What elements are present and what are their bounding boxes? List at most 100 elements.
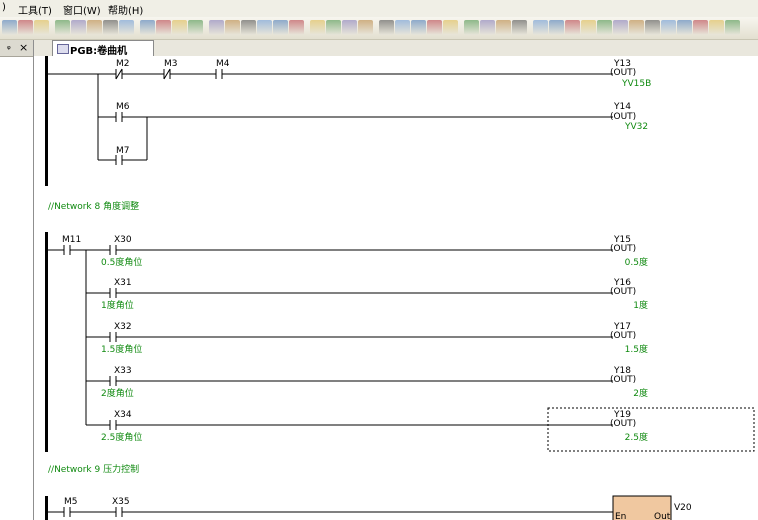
contact-comment: 0.5度角位 bbox=[101, 258, 143, 268]
toolbar-button-icon[interactable] bbox=[565, 20, 580, 35]
toolbar-button-icon[interactable] bbox=[188, 20, 203, 35]
ladder-drawing bbox=[45, 56, 755, 520]
coil-symbol: (OUT) bbox=[610, 331, 637, 341]
contact-comment: 2.5度角位 bbox=[101, 433, 143, 443]
selection-box bbox=[547, 407, 755, 452]
tab-ladder-program[interactable]: PGB:卷曲机 bbox=[52, 40, 154, 57]
contact-label: M5 bbox=[64, 497, 78, 507]
coil-symbol: (OUT) bbox=[610, 375, 637, 385]
toolbar-button-icon[interactable] bbox=[55, 20, 70, 35]
toolbar-button-icon[interactable] bbox=[289, 20, 304, 35]
power-rail bbox=[45, 232, 48, 452]
contact-comment: 2度角位 bbox=[101, 389, 134, 399]
toolbar-button-icon[interactable] bbox=[172, 20, 187, 35]
close-icon[interactable]: × bbox=[19, 41, 28, 54]
toolbar-button-icon[interactable] bbox=[480, 20, 495, 35]
toolbar-button-icon[interactable] bbox=[225, 20, 240, 35]
coil-comment: 1.5度 bbox=[624, 345, 648, 355]
coil-symbol: (OUT) bbox=[610, 68, 637, 78]
toolbar-button-icon[interactable] bbox=[103, 20, 118, 35]
contact-label: M6 bbox=[116, 102, 130, 112]
toolbar-button-icon[interactable] bbox=[119, 20, 134, 35]
block-output-label: Out bbox=[654, 512, 671, 520]
toolbar-button-icon[interactable] bbox=[342, 20, 357, 35]
power-rail bbox=[45, 496, 48, 520]
contact-label: X35 bbox=[112, 497, 130, 507]
toolbar-button-icon[interactable] bbox=[411, 20, 426, 35]
menu-window[interactable]: 窗口(W) bbox=[63, 2, 101, 17]
toolbar-button-icon[interactable] bbox=[257, 20, 272, 35]
toolbar-button-icon[interactable] bbox=[677, 20, 692, 35]
toolbar-button-icon[interactable] bbox=[209, 20, 224, 35]
menu-fragment: ) bbox=[2, 2, 6, 13]
ladder-editor[interactable]: M2 M3 M4 Y13 (OUT) YV15B M6 Y14 (OUT) YV… bbox=[34, 56, 758, 520]
tab-label: PGB:卷曲机 bbox=[70, 46, 128, 57]
coil-comment: 2.5度 bbox=[624, 433, 648, 443]
block-output-address: V20 bbox=[674, 503, 692, 513]
coil-symbol: (OUT) bbox=[610, 244, 637, 254]
toolbar-button-icon[interactable] bbox=[358, 20, 373, 35]
toolbar-button-icon[interactable] bbox=[709, 20, 724, 35]
pin-icon[interactable]: ᵩ bbox=[7, 42, 11, 52]
toolbar-button-icon[interactable] bbox=[140, 20, 155, 35]
toolbar-button-icon[interactable] bbox=[512, 20, 527, 35]
toolbar-button-icon[interactable] bbox=[693, 20, 708, 35]
coil-comment: 1度 bbox=[633, 301, 648, 311]
toolbar-button-icon[interactable] bbox=[533, 20, 548, 35]
toolbar-button-icon[interactable] bbox=[273, 20, 288, 35]
toolbar-button-icon[interactable] bbox=[379, 20, 394, 35]
panel-header: ᵩ × bbox=[0, 40, 33, 57]
toolbar-button-icon[interactable] bbox=[725, 20, 740, 35]
toolbar-button-icon[interactable] bbox=[613, 20, 628, 35]
toolbar-button-icon[interactable] bbox=[71, 20, 86, 35]
contact-label: M3 bbox=[164, 59, 178, 69]
toolbar-button-icon[interactable] bbox=[645, 20, 660, 35]
toolbar bbox=[0, 17, 758, 40]
menu-help[interactable]: 帮助(H) bbox=[108, 2, 143, 17]
contact-label: M2 bbox=[116, 59, 130, 69]
toolbar-button-icon[interactable] bbox=[34, 20, 49, 35]
toolbar-button-icon[interactable] bbox=[310, 20, 325, 35]
contact-comment: 1度角位 bbox=[101, 301, 134, 311]
contact-label: X31 bbox=[114, 278, 132, 288]
contact-label: X34 bbox=[114, 410, 132, 420]
coil-comment: 2度 bbox=[633, 389, 648, 399]
contact-label: M7 bbox=[116, 146, 130, 156]
toolbar-button-icon[interactable] bbox=[2, 20, 17, 35]
coil-comment: YV15B bbox=[622, 79, 652, 89]
document-tab-bar: PGB:卷曲机 bbox=[34, 40, 758, 57]
contact-label: M11 bbox=[62, 235, 82, 245]
network-title: //Network 8 角度调整 bbox=[48, 202, 140, 212]
coil-symbol: (OUT) bbox=[610, 419, 637, 429]
toolbar-button-icon[interactable] bbox=[427, 20, 442, 35]
toolbar-button-icon[interactable] bbox=[326, 20, 341, 35]
toolbar-button-icon[interactable] bbox=[443, 20, 458, 35]
toolbar-button-icon[interactable] bbox=[156, 20, 171, 35]
toolbar-button-icon[interactable] bbox=[464, 20, 479, 35]
coil-comment: YV32 bbox=[625, 122, 649, 132]
network-title: //Network 9 压力控制 bbox=[48, 465, 140, 475]
toolbar-button-icon[interactable] bbox=[549, 20, 564, 35]
toolbar-button-icon[interactable] bbox=[395, 20, 410, 35]
toolbar-button-icon[interactable] bbox=[597, 20, 612, 35]
block-input-label: En bbox=[615, 512, 627, 520]
coil-symbol: (OUT) bbox=[610, 112, 637, 122]
menu-bar: ) 工具(T) 窗口(W) 帮助(H) bbox=[0, 0, 758, 17]
contact-label: X30 bbox=[114, 235, 132, 245]
toolbar-button-icon[interactable] bbox=[241, 20, 256, 35]
coil-comment: 0.5度 bbox=[624, 258, 648, 268]
coil-address: Y14 bbox=[614, 102, 631, 112]
toolbar-button-icon[interactable] bbox=[87, 20, 102, 35]
menu-tools[interactable]: 工具(T) bbox=[18, 2, 52, 17]
toolbar-button-icon[interactable] bbox=[496, 20, 511, 35]
contact-label: M4 bbox=[216, 59, 230, 69]
contact-label: X33 bbox=[114, 366, 132, 376]
toolbar-button-icon[interactable] bbox=[581, 20, 596, 35]
project-panel: ᵩ × bbox=[0, 40, 34, 520]
toolbar-button-icon[interactable] bbox=[661, 20, 676, 35]
program-icon bbox=[57, 44, 69, 54]
power-rail bbox=[45, 56, 48, 186]
contact-label: X32 bbox=[114, 322, 132, 332]
toolbar-button-icon[interactable] bbox=[18, 20, 33, 35]
toolbar-button-icon[interactable] bbox=[629, 20, 644, 35]
